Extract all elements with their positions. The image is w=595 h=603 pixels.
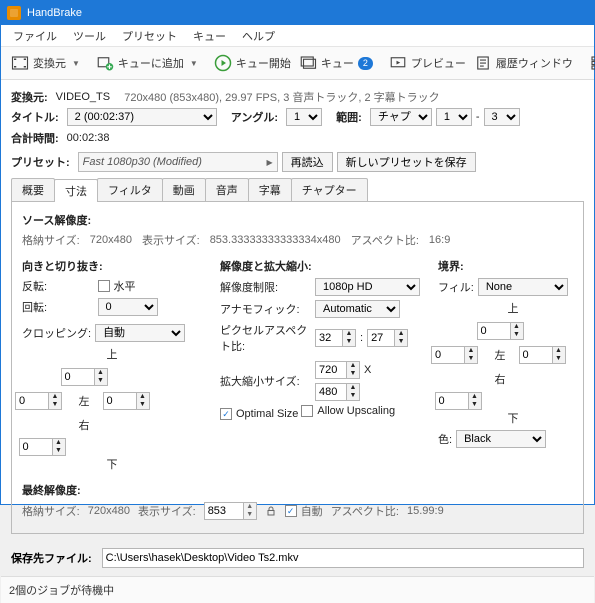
total-duration: 00:02:38 xyxy=(67,132,110,144)
presets-button[interactable]: プリセット▼ xyxy=(585,52,595,74)
status-text: 2個のジョブが待機中 xyxy=(9,585,114,597)
pad-left-input[interactable]: ▲▼ xyxy=(431,346,478,364)
preset-select[interactable]: Fast 1080p30 (Modified) ▶ xyxy=(78,152,278,172)
par-a-input[interactable]: ▲▼ xyxy=(315,329,356,347)
app-title: HandBrake xyxy=(27,7,82,19)
queue-count-badge: 2 xyxy=(358,57,373,70)
anamorphic-select[interactable]: Automatic xyxy=(315,300,400,318)
flip-checkbox[interactable]: 水平 xyxy=(98,278,202,294)
auto-disp-checkbox[interactable]: ✓自動 xyxy=(285,503,323,519)
fill-select[interactable]: None xyxy=(478,278,568,296)
tab-summary[interactable]: 概要 xyxy=(11,178,55,201)
open-source-button[interactable]: 変換元▼ xyxy=(7,52,84,74)
menubar: ファイル ツール プリセット キュー ヘルプ xyxy=(1,25,594,47)
pad-right-input[interactable]: ▲▼ xyxy=(519,346,566,364)
add-queue-icon xyxy=(96,54,114,72)
start-encode-button[interactable]: キュー開始 xyxy=(210,52,295,74)
range-type-select[interactable]: チャプター xyxy=(370,108,432,126)
preview-button[interactable]: プレビュー xyxy=(385,52,470,74)
res-limit-select[interactable]: 1080p HD xyxy=(315,278,420,296)
titlebar: HandBrake xyxy=(1,1,594,25)
tab-filters[interactable]: フィルタ xyxy=(97,178,163,201)
cropping-select[interactable]: 自動 xyxy=(95,324,185,342)
save-preset-button[interactable]: 新しいプリセットを保存 xyxy=(337,152,476,172)
dimensions-panel: ソース解像度: 格納サイズ:720x480 表示サイズ:853.33333333… xyxy=(11,202,584,534)
presets-icon xyxy=(589,54,595,72)
pad-bottom-input[interactable]: ▲▼ xyxy=(435,392,482,410)
filmstrip-icon xyxy=(11,54,29,72)
preview-icon xyxy=(389,54,407,72)
add-queue-button[interactable]: キューに追加▼ xyxy=(92,52,202,74)
destination-input[interactable] xyxy=(102,548,584,568)
range-from-select[interactable]: 1 xyxy=(436,108,472,126)
queue-icon xyxy=(299,54,317,72)
menu-help[interactable]: ヘルプ xyxy=(234,26,283,46)
crop-bottom-input[interactable]: ▲▼ xyxy=(19,438,66,456)
source-meta: 720x480 (853x480), 29.97 FPS, 3 音声トラック, … xyxy=(124,89,439,105)
menu-tools[interactable]: ツール xyxy=(65,26,114,46)
color-select[interactable]: Black xyxy=(456,430,546,448)
scale-h-input[interactable]: ▲▼ xyxy=(315,383,360,401)
tab-dimensions[interactable]: 寸法 xyxy=(54,179,98,202)
allow-upscale-checkbox[interactable]: Allow Upscaling xyxy=(301,405,395,417)
queue-button[interactable]: キュー 2 xyxy=(295,52,377,74)
tab-audio[interactable]: 音声 xyxy=(205,178,249,201)
preset-row: プリセット: Fast 1080p30 (Modified) ▶ 再読込 新しい… xyxy=(11,152,584,172)
tabs: 概要 寸法 フィルタ 動画 音声 字幕 チャプター xyxy=(11,178,584,202)
tab-video[interactable]: 動画 xyxy=(162,178,206,201)
tab-chapters[interactable]: チャプター xyxy=(291,178,368,201)
app-icon xyxy=(7,6,21,20)
menu-presets[interactable]: プリセット xyxy=(114,26,185,46)
statusbar: 2個のジョブが待機中 xyxy=(1,576,594,603)
crop-right-input[interactable]: ▲▼ xyxy=(103,392,150,410)
crop-left-input[interactable]: ▲▼ xyxy=(15,392,62,410)
angle-select[interactable]: 1 xyxy=(286,108,322,126)
source-res-head: ソース解像度: xyxy=(22,212,573,228)
rotate-select[interactable]: 0 xyxy=(98,298,158,316)
pad-top-input[interactable]: ▲▼ xyxy=(477,322,524,340)
chevron-down-icon: ▼ xyxy=(72,59,80,68)
par-b-input[interactable]: ▲▼ xyxy=(367,329,408,347)
range-to-select[interactable]: 3 xyxy=(484,108,520,126)
title-row: タイトル: 2 (00:02:37) アングル: 1 範囲: チャプター 1 -… xyxy=(11,108,584,146)
chevron-down-icon: ▼ xyxy=(190,59,198,68)
destination-row: 保存先ファイル: xyxy=(1,540,594,576)
source-info: 変換元: VIDEO_TS 720x480 (853x480), 29.97 F… xyxy=(11,89,584,105)
play-icon xyxy=(214,54,232,72)
crop-top-input[interactable]: ▲▼ xyxy=(61,368,108,386)
reload-preset-button[interactable]: 再読込 xyxy=(282,152,333,172)
chevron-right-icon: ▶ xyxy=(267,158,273,167)
source-name: VIDEO_TS xyxy=(56,91,110,103)
scale-w-input[interactable]: ▲▼ xyxy=(315,361,360,379)
menu-file[interactable]: ファイル xyxy=(5,26,65,46)
lock-icon xyxy=(265,505,277,517)
optimal-size-checkbox[interactable]: ✓Optimal Size xyxy=(220,408,298,420)
history-icon xyxy=(474,54,492,72)
history-button[interactable]: 履歴ウィンドウ xyxy=(470,52,577,74)
tab-subtitles[interactable]: 字幕 xyxy=(248,178,292,201)
menu-queue[interactable]: キュー xyxy=(185,26,234,46)
title-select[interactable]: 2 (00:02:37) xyxy=(67,108,217,126)
toolbar: 変換元▼ キューに追加▼ キュー開始 キュー 2 プレビュー 履歴ウィンドウ xyxy=(1,47,594,80)
